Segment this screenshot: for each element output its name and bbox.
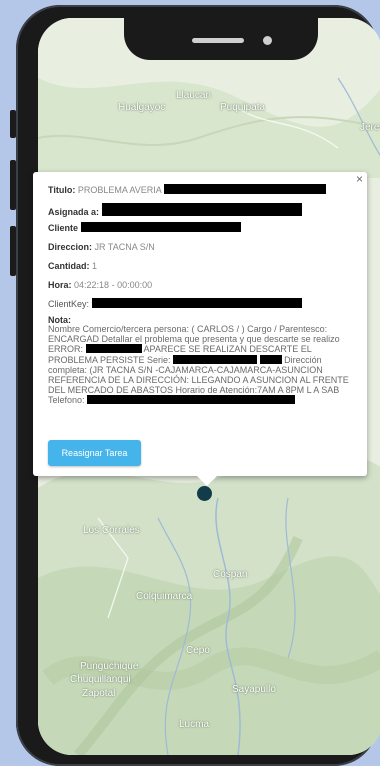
redacted-error [85, 344, 142, 354]
map-label-sayapullo: Sayapullo [232, 684, 276, 695]
asignada-row: Asignada a: [48, 203, 302, 218]
cliente-label: Cliente [48, 223, 79, 233]
hora-row: Hora: 04:22:18 - 00:00:00 [48, 279, 152, 291]
task-info-popup: × Titulo: PROBLEMA AVERIA Asignada a: Cl… [33, 172, 367, 486]
cantidad-row: Cantidad: 1 [48, 260, 97, 272]
redacted-telefono [87, 395, 296, 405]
clientkey-row: ClientKey: [48, 298, 302, 310]
map-label-llaucan: Llaucan [176, 90, 212, 101]
cantidad-label: Cantidad: [48, 261, 90, 271]
map-label-puquipata: Puquipata [220, 102, 266, 113]
titulo-label: Titulo: [48, 185, 76, 195]
map-label-chuquillanqui: Chuquillanqui [70, 674, 131, 685]
nota-text: Nombre Comercio/tercera persona: ( CARLO… [48, 324, 353, 406]
map-label-hualgayoc: Hualgayoc [118, 102, 166, 113]
front-camera [263, 36, 272, 45]
titulo-value: PROBLEMA AVERIA [77, 185, 162, 195]
redacted-serie [173, 354, 258, 364]
close-icon[interactable]: × [356, 172, 363, 186]
redacted-serie-cont [259, 354, 282, 364]
hora-label: Hora: [48, 280, 72, 290]
titulo-row: Titulo: PROBLEMA AVERIA [48, 184, 326, 196]
map-label-colquimarca: Colquimarca [136, 591, 193, 602]
redacted-titulo [163, 184, 326, 194]
direccion-row: Direccion: JR TACNA S/N [48, 241, 155, 253]
direccion-value: JR TACNA S/N [94, 242, 155, 252]
map-label-lucma: Lucma [179, 719, 210, 730]
cantidad-value: 1 [92, 261, 98, 271]
direccion-label: Direccion: [48, 242, 93, 252]
clientkey-label: ClientKey: [48, 299, 90, 309]
map-label-cospan: Cospan [213, 569, 248, 580]
map-label-los-corrales: Los Corrales [83, 525, 140, 536]
reassign-task-button[interactable]: Reasignar Tarea [48, 440, 141, 466]
hora-value: 04:22:18 - 00:00:00 [74, 280, 153, 290]
redacted-clientkey [91, 298, 302, 308]
map-label-jere: Jere [360, 122, 380, 133]
cliente-row: Cliente [48, 222, 241, 234]
speaker-grille [192, 38, 244, 43]
map-label-punguchique: Punguchique [80, 661, 139, 672]
map-label-zapotal: Zapotal [82, 688, 116, 699]
redacted-cliente [80, 222, 241, 232]
map-marker-pin[interactable] [197, 486, 212, 501]
phone-notch [124, 18, 318, 60]
asignada-label: Asignada a: [48, 207, 100, 217]
map-label-cepo: Cepo [186, 645, 210, 656]
redacted-asignada [101, 203, 302, 216]
